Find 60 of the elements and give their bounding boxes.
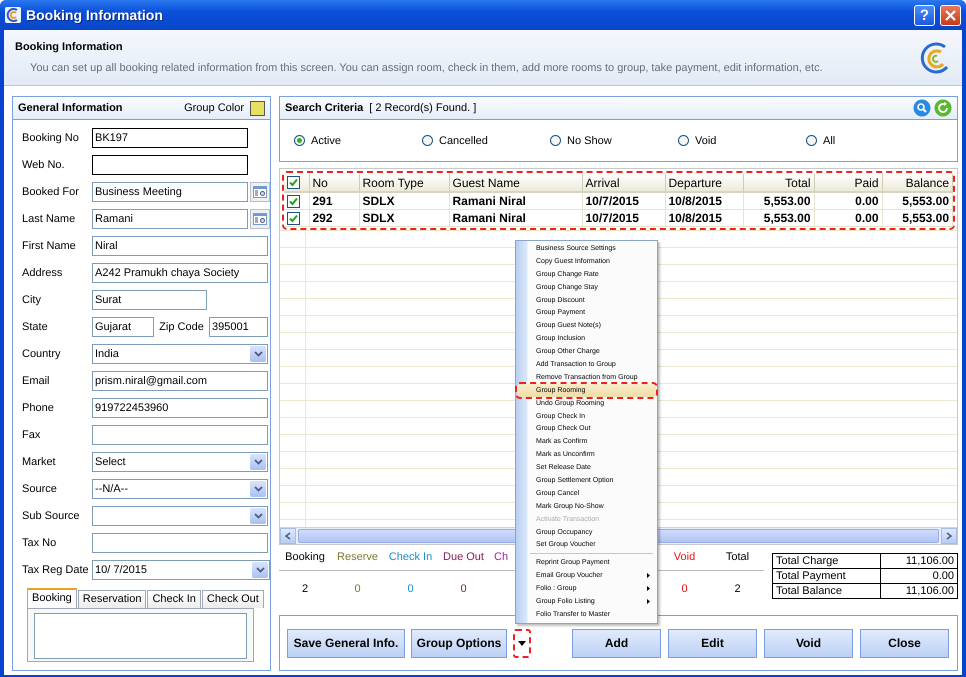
status-count: 0 bbox=[681, 583, 688, 595]
table-cell: 0.00 bbox=[814, 192, 882, 210]
field-label: Address bbox=[22, 267, 64, 279]
status-label: Total bbox=[726, 551, 750, 563]
field-label: Email bbox=[22, 375, 51, 387]
status-count: 0 bbox=[407, 583, 414, 595]
table-cell: SDLX bbox=[359, 192, 449, 210]
status-label: Check In bbox=[388, 551, 432, 563]
header-title: Booking Information bbox=[15, 41, 124, 53]
table-cell: Ramani Niral bbox=[449, 192, 582, 210]
table-cell: 0.00 bbox=[814, 210, 882, 226]
table-cell: 292 bbox=[309, 210, 359, 226]
group-color-label: Group Color bbox=[184, 102, 244, 114]
total-label: Total Balance bbox=[772, 584, 880, 598]
table-cell: Ramani Niral bbox=[449, 210, 582, 226]
table-cell: SDLX bbox=[359, 210, 449, 226]
field-label: City bbox=[22, 294, 42, 306]
header-description: You can set up all booking related information from this screen. You can assign room, check in them, add more rooms to group, take payment, edit information, etc. bbox=[29, 62, 824, 74]
field-label: State bbox=[22, 321, 49, 333]
table-cell: 10/8/2015 bbox=[665, 192, 743, 210]
field-label: Fax bbox=[22, 429, 42, 441]
field-label: Market bbox=[22, 456, 57, 468]
field-label: Tax No bbox=[22, 537, 58, 549]
status-count: 0 bbox=[354, 583, 361, 595]
field-label: Last Name bbox=[22, 213, 76, 225]
total-label: Total Payment bbox=[772, 568, 880, 584]
status-count: 2 bbox=[734, 583, 741, 595]
field-label: Web No. bbox=[22, 159, 66, 171]
field-label: Sub Source bbox=[22, 510, 80, 522]
status-label: Void bbox=[674, 551, 696, 563]
status-label: Reserve bbox=[337, 551, 378, 563]
table-cell: 10/8/2015 bbox=[665, 210, 743, 226]
field-label: Booked For bbox=[22, 186, 80, 198]
status-label: Due Out bbox=[443, 551, 484, 563]
status-count: 2 bbox=[302, 583, 308, 595]
field-label: Zip Code bbox=[158, 321, 205, 333]
status-label: Booking bbox=[285, 551, 325, 563]
status-count: 0 bbox=[460, 583, 467, 595]
field-label: Country bbox=[22, 348, 62, 360]
table-cell: 10/7/2015 bbox=[582, 192, 665, 210]
table-cell: 5,553.00 bbox=[882, 192, 952, 210]
panel-title: Search Criteria bbox=[285, 102, 364, 114]
field-label: First Name bbox=[22, 240, 77, 252]
field-label: Phone bbox=[22, 402, 55, 414]
table-cell: 291 bbox=[309, 192, 359, 210]
panel-title: General Information bbox=[18, 102, 124, 114]
table-cell: 5,553.00 bbox=[743, 192, 814, 210]
window-title: Booking Information bbox=[26, 7, 164, 23]
field-label: Tax Reg Date bbox=[22, 564, 90, 576]
total-value: 11,106.00 bbox=[880, 554, 958, 568]
table-cell: 10/7/2015 bbox=[582, 210, 665, 226]
status-label: Ch bbox=[494, 551, 508, 563]
total-value: 0.00 bbox=[880, 568, 958, 584]
total-value: 11,106.00 bbox=[880, 584, 958, 598]
table-cell: 5,553.00 bbox=[743, 210, 814, 226]
table-cell: 5,553.00 bbox=[882, 210, 952, 226]
total-label: Total Charge bbox=[772, 554, 880, 568]
record-count: [ 2 Record(s) Found. ] bbox=[369, 102, 478, 114]
field-label: Source bbox=[22, 483, 58, 495]
field-label: Booking No bbox=[22, 132, 80, 144]
